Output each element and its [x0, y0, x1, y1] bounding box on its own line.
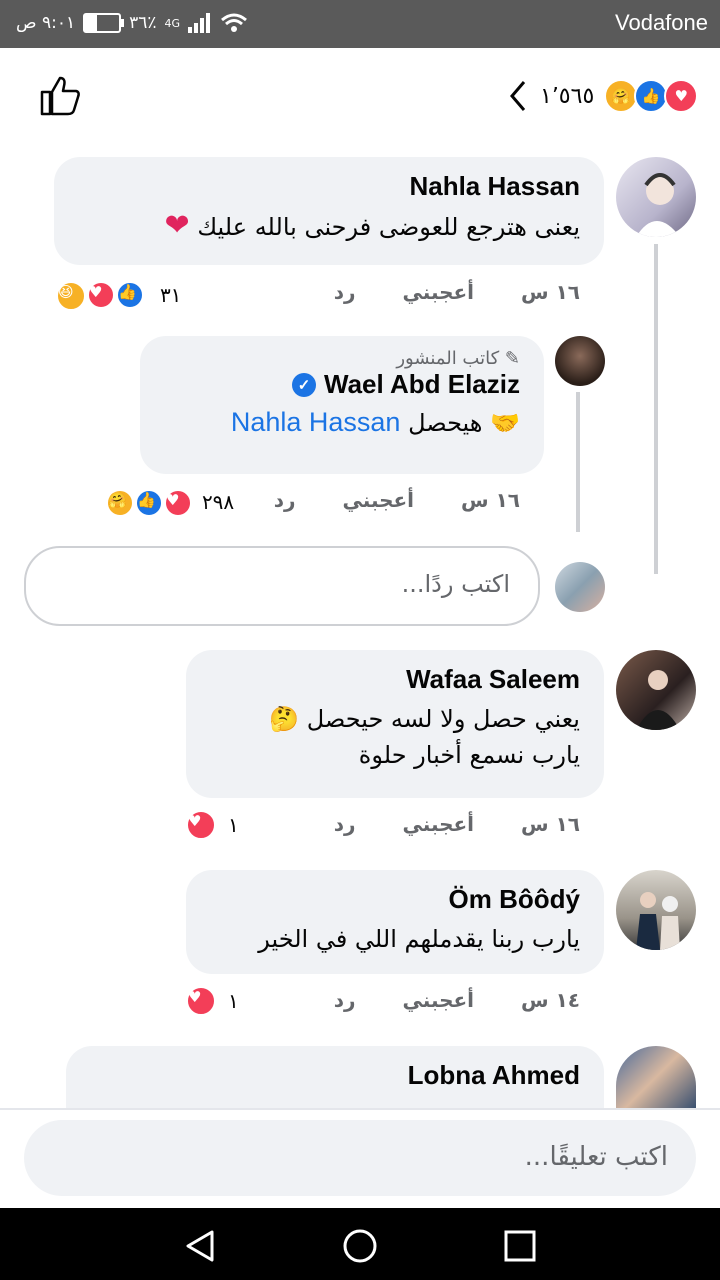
reaction-count: ٣١ [159, 282, 182, 307]
love-reaction-icon: ♥ [163, 489, 192, 517]
comment-text: يعني حصل ولا لسه حيحصل 🤔 يارب نسمع أخبار… [269, 705, 580, 769]
like-link[interactable]: أعجبني [403, 812, 475, 836]
status-bar: ٩:٠١ ص ٣٦٪ 4G Vodafone [0, 0, 720, 48]
avatar-lobna[interactable] [616, 1046, 696, 1108]
reply-time: ١٦ س [461, 488, 520, 512]
mention-link[interactable]: Nahla Hassan [231, 407, 401, 437]
reply-link[interactable]: رد [274, 488, 296, 512]
battery-icon [83, 13, 125, 33]
comment-text: يارب ربنا يقدملهم اللي في الخير [258, 925, 580, 953]
comment-author[interactable]: Nahla Hassan [78, 171, 580, 202]
reply-text: 🤝 هيحصل Nahla Hassan [230, 407, 520, 437]
like-link[interactable]: أعجبني [403, 988, 475, 1012]
nav-home-icon[interactable] [342, 1228, 378, 1264]
love-reaction-icon: ♥ [664, 79, 699, 113]
reaction-summary[interactable]: ١٬٥٦٥ 🤗 👍 ♥ [506, 76, 699, 116]
thinking-emoji-icon: 🤔 [269, 705, 300, 733]
like-reaction-icon: 👍 [634, 79, 669, 113]
love-reaction-icon: ♥ [186, 986, 216, 1016]
like-outline-icon[interactable] [38, 74, 82, 122]
comment-author[interactable]: Öm Bôôdý [210, 884, 580, 915]
comment-reactions[interactable]: ♥ ١ [186, 986, 239, 1016]
thread-line [654, 244, 658, 574]
heart-emoji-icon: ❤ [164, 208, 190, 243]
comment-author[interactable]: Wafaa Saleem [210, 664, 580, 695]
battery-level: ٣٦٪ [129, 13, 157, 33]
like-reaction-icon: 👍 [134, 489, 163, 517]
current-user-avatar [555, 562, 605, 612]
care-reaction-icon: 🤗 [604, 79, 639, 113]
network-type: 4G [164, 16, 181, 30]
reaction-count: ١ [228, 813, 239, 837]
clock: ٩:٠١ ص [16, 13, 76, 33]
back-chevron-icon[interactable] [506, 76, 530, 116]
wifi-icon [221, 13, 247, 32]
reply-reactions[interactable]: 🤗 👍 ♥ ٢٩٨ [100, 486, 234, 517]
signal-icon [188, 13, 211, 33]
comment-time: ١٤ س [521, 988, 580, 1012]
reply-actions: ١٦ س أعجبني رد 🤗 👍 ♥ ٢٩٨ [100, 488, 520, 518]
avatar-om-boody[interactable] [616, 870, 696, 950]
like-link[interactable]: أعجبني [403, 280, 475, 304]
reply-link[interactable]: رد [334, 280, 356, 304]
love-reaction-icon: ♥ [186, 810, 216, 840]
comment-actions: ١٦ س أعجبني رد ♥ ١ [186, 810, 580, 842]
reaction-count: ١٬٥٦٥ [540, 83, 595, 109]
comment-author[interactable]: Lobna Ahmed [90, 1060, 580, 1091]
comment-bubble[interactable]: Nahla Hassan يعنى هترجع للعوضى فرحنى بال… [54, 157, 604, 265]
comment-time: ١٦ س [521, 280, 580, 304]
handshake-emoji-icon: 🤝 [490, 409, 520, 437]
like-reaction-icon: 👍 [115, 281, 144, 309]
reply-thread-line [576, 392, 580, 532]
verified-icon: ✓ [292, 372, 316, 397]
author-badge: ✎ كاتب المنشور [396, 348, 520, 369]
haha-reaction-icon: 😆 [56, 281, 86, 311]
comment-actions: ١٦ س أعجبني رد 😆 ♥ 👍 ٣١ [50, 278, 580, 311]
comment-bubble[interactable]: Lobna Ahmed [66, 1046, 604, 1108]
like-link[interactable]: أعجبني [343, 488, 415, 512]
comment-text: يعنى هترجع للعوضى فرحنى بالله عليك ❤ [164, 208, 580, 243]
comment-bubble[interactable]: Wafaa Saleem يعني حصل ولا لسه حيحصل 🤔 يا… [186, 650, 604, 798]
comment-input-placeholder: اكتب تعليقًا... [524, 1142, 668, 1172]
love-reaction-icon: ♥ [86, 281, 115, 309]
reply-input-placeholder: اكتب ردًا... [401, 570, 510, 598]
reply-input[interactable]: اكتب ردًا... [24, 546, 540, 626]
comment-time: ١٦ س [521, 812, 580, 836]
navigation-bar [0, 1208, 720, 1280]
avatar-nahla[interactable] [616, 157, 696, 237]
reaction-count: ١ [228, 989, 239, 1013]
status-left: ٩:٠١ ص ٣٦٪ 4G [16, 12, 248, 34]
avatar-wafaa[interactable] [616, 650, 696, 730]
comment-reactions[interactable]: 😆 ♥ 👍 ٣١ [50, 278, 181, 311]
comment-reactions[interactable]: ♥ ١ [186, 810, 239, 840]
reply-bubble[interactable]: ✎ كاتب المنشور ✓ Wael Abd Elaziz 🤝 هيحصل… [140, 336, 544, 474]
comment-actions: ١٤ س أعجبني رد ♥ ١ [186, 986, 580, 1018]
reply-link[interactable]: رد [334, 988, 356, 1012]
reactions-header: ١٬٥٦٥ 🤗 👍 ♥ [0, 48, 720, 148]
avatar-wael[interactable] [555, 336, 605, 386]
reply-link[interactable]: رد [334, 812, 356, 836]
input-divider [0, 1108, 720, 1110]
carrier: Vodafone [615, 10, 708, 35]
pencil-icon: ✎ [504, 348, 520, 369]
reply-author[interactable]: ✓ Wael Abd Elaziz [164, 369, 520, 400]
comment-bubble[interactable]: Öm Bôôdý يارب ربنا يقدملهم اللي في الخير [186, 870, 604, 974]
comment-input[interactable]: اكتب تعليقًا... [24, 1120, 696, 1196]
reaction-count: ٢٩٨ [201, 489, 235, 514]
nav-recents-icon[interactable] [502, 1228, 538, 1264]
care-reaction-icon: 🤗 [106, 489, 134, 517]
nav-back-icon[interactable] [182, 1228, 218, 1264]
